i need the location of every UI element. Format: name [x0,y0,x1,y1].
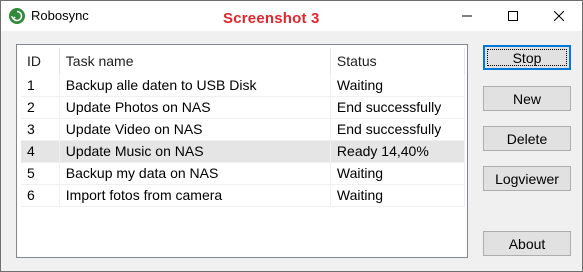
screenshot-label: Screenshot 3 [223,10,320,27]
table-row[interactable]: 1 Backup alle daten to USB Disk Waiting [21,74,466,97]
table-row[interactable]: 2 Update Photos on NAS End successfully [21,96,466,119]
task-name: Update Photos on NAS [59,96,331,119]
logviewer-button-label: Logviewer [495,170,559,187]
delete-button[interactable]: Delete [483,126,571,151]
table-row-selected[interactable]: 4 Update Music on NAS Ready 14,40% [21,140,466,163]
task-status: End successfully [330,118,466,141]
task-name: Update Music on NAS [59,140,331,163]
task-name: Backup my data on NAS [59,162,331,185]
title-bar[interactable]: Robosync Screenshot 3 [1,1,582,31]
column-header-id[interactable]: ID [21,48,60,74]
task-id: 3 [21,118,60,141]
task-id: 4 [21,140,60,163]
column-header-status[interactable]: Status [330,48,466,74]
maximize-icon[interactable] [490,1,536,31]
task-id: 5 [21,162,60,185]
delete-button-label: Delete [506,130,548,147]
task-list[interactable]: ID Task name Status 1 Backup alle daten … [16,44,468,258]
robosync-app-icon [9,8,25,24]
task-status: End successfully [330,96,466,119]
new-button-label: New [512,90,541,107]
task-table: ID Task name Status 1 Backup alle daten … [21,48,466,207]
focus-rectangle [487,49,567,66]
table-row[interactable]: 3 Update Video on NAS End successfully [21,118,466,141]
task-id: 2 [21,96,60,119]
task-name: Import fotos from camera [59,184,331,207]
new-button[interactable]: New [483,86,571,111]
task-name: Update Video on NAS [59,118,331,141]
task-status: Ready 14,40% [330,140,466,163]
task-id: 6 [21,184,60,207]
task-status: Waiting [330,184,466,207]
table-row[interactable]: 5 Backup my data on NAS Waiting [21,162,466,185]
task-name: Backup alle daten to USB Disk [59,74,331,97]
table-row[interactable]: 6 Import fotos from camera Waiting [21,184,466,207]
window-title: Robosync [31,8,89,23]
close-icon[interactable] [536,1,582,31]
table-header-row: ID Task name Status [21,48,466,74]
robosync-window: Robosync Screenshot 3 ID Task name Statu… [0,0,583,272]
stop-button[interactable]: Stop [483,45,571,70]
task-status: Waiting [330,162,466,185]
task-status: Waiting [330,74,466,97]
minimize-icon[interactable] [444,1,490,31]
about-button-label: About [508,235,546,252]
column-header-task-name[interactable]: Task name [59,48,331,74]
logviewer-button[interactable]: Logviewer [483,166,571,191]
about-button[interactable]: About [483,231,571,256]
task-id: 1 [21,74,60,97]
